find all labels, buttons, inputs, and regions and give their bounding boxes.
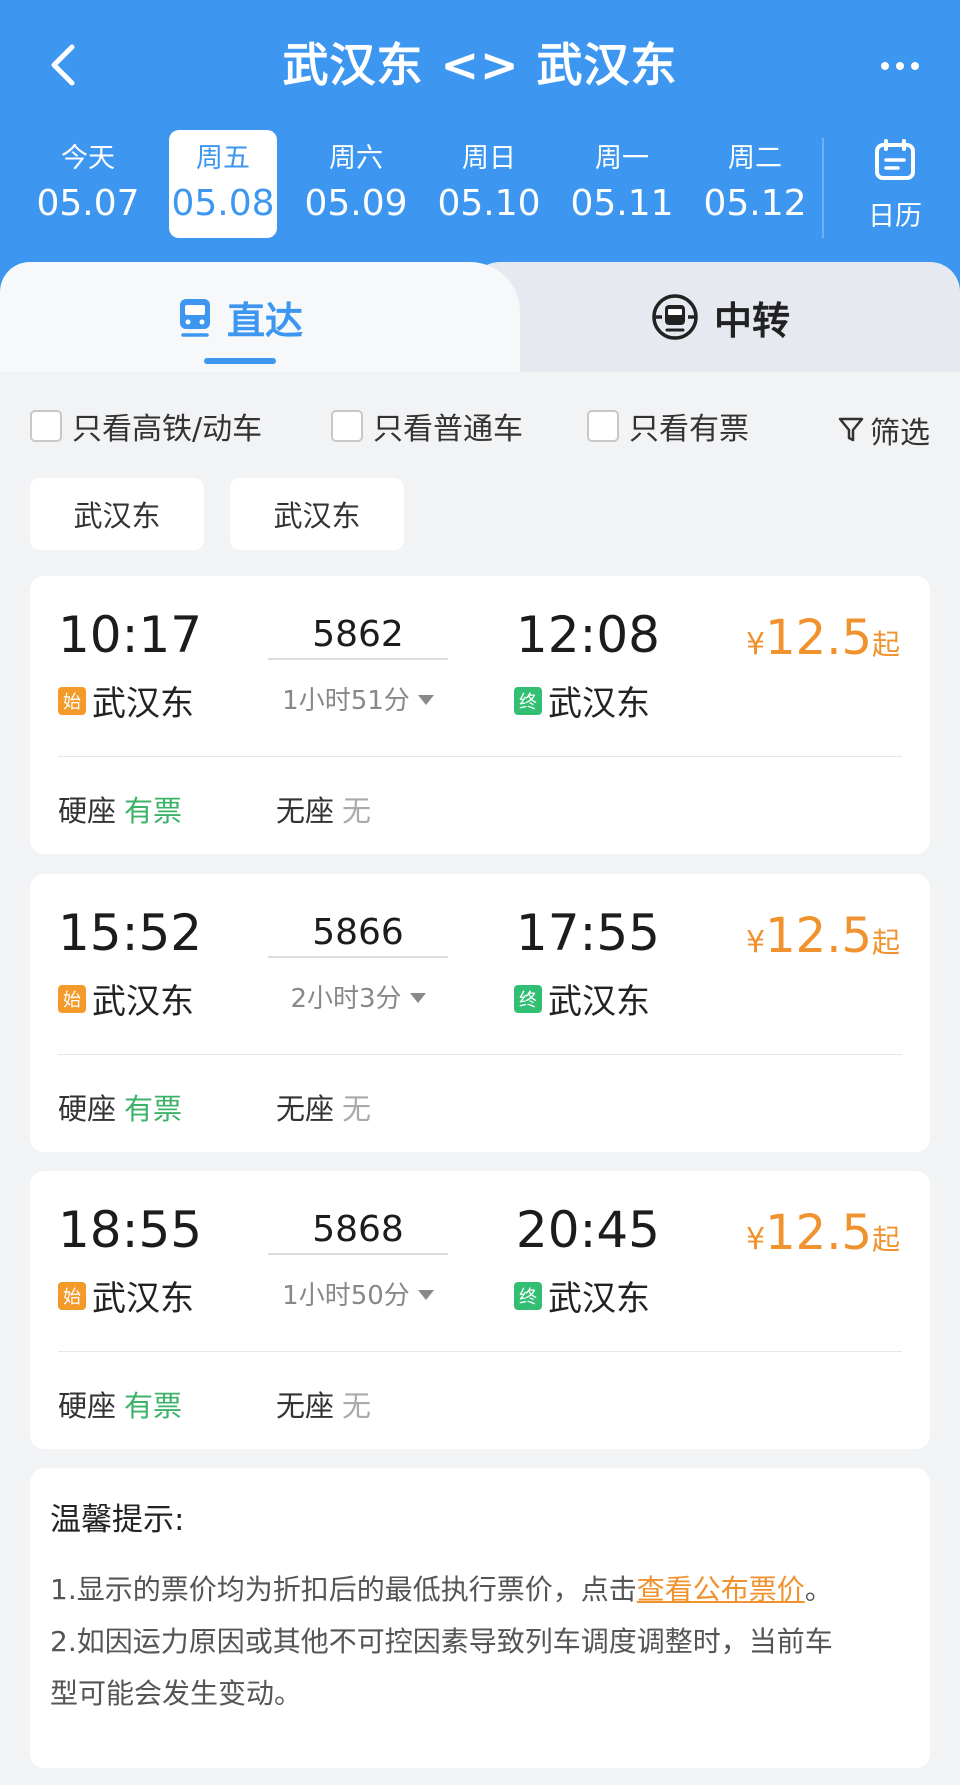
end-badge: 终 [514, 1281, 542, 1310]
duration-toggle[interactable]: 2小时3分 [248, 978, 468, 1015]
start-badge: 始 [58, 984, 86, 1013]
duration-toggle[interactable]: 1小时50分 [248, 1275, 468, 1312]
to-station-chip[interactable]: 武汉东 [230, 478, 404, 550]
departure-station: 始 武汉东 [58, 1271, 194, 1320]
more-button[interactable] [870, 48, 930, 84]
price: ¥ 12.5 起 [746, 610, 900, 666]
notice-line: 型可能会发生变动。 [50, 1677, 303, 1710]
tab-transfer-label: 中转 [713, 298, 790, 343]
train-card[interactable]: 15:52 5866 17:55 ¥ 12.5 起 始 武汉东 2小时3分 终 … [30, 874, 930, 1152]
checkbox-available[interactable]: 只看有票 [587, 408, 749, 447]
date-item-2[interactable]: 周六 05.09 [302, 130, 410, 238]
arrival-time: 17:55 [515, 904, 660, 962]
duration-toggle[interactable]: 1小时51分 [248, 680, 468, 717]
date-item-3[interactable]: 周日 05.10 [435, 130, 543, 238]
notice-panel: 温馨提示: 1.显示的票价均为折扣后的最低执行票价，点击查看公布票价。 2.如因… [30, 1468, 930, 1768]
caret-down-icon [417, 695, 434, 705]
date-item-5[interactable]: 周二 05.12 [701, 130, 809, 238]
notice-line: 2.如因运力原因或其他不可控因素导致列车调度调整时，当前车 [50, 1625, 833, 1658]
tab-direct[interactable]: 直达 [0, 262, 480, 372]
train-card[interactable]: 10:17 5862 12:08 ¥ 12.5 起 始 武汉东 1小时51分 终… [30, 576, 930, 854]
departure-time: 15:52 [58, 904, 203, 962]
divider [58, 1054, 902, 1055]
tab-active-indicator [204, 358, 276, 364]
arrival-time: 12:08 [515, 606, 660, 664]
tab-direct-label: 直达 [226, 298, 303, 343]
arrival-time: 20:45 [515, 1201, 660, 1259]
date-item-0[interactable]: 今天 05.07 [34, 130, 142, 238]
checkbox-box[interactable] [587, 410, 619, 442]
filter-button[interactable]: 筛选 [838, 408, 930, 452]
arrival-station: 终 武汉东 [514, 1271, 650, 1320]
caret-down-icon [409, 993, 426, 1003]
checkbox-normal[interactable]: 只看普通车 [331, 408, 523, 447]
notice-title: 温馨提示: [50, 1502, 185, 1538]
departure-station: 始 武汉东 [58, 676, 194, 725]
departure-time: 18:55 [58, 1201, 203, 1259]
end-badge: 终 [514, 686, 542, 715]
calendar-icon [875, 139, 915, 180]
more-dots-icon [881, 62, 889, 70]
seat-hard: 硬座 有票 [58, 1092, 183, 1126]
checkbox-highspeed[interactable]: 只看高铁/动车 [30, 408, 262, 447]
calendar-button[interactable]: 日历 [850, 138, 940, 238]
train-icon [179, 299, 210, 337]
checkbox-box[interactable] [30, 410, 62, 442]
tab-bar: 直达 中转 [0, 262, 960, 372]
date-selector: 今天 05.07 周五 05.08 周六 05.09 周日 05.10 周一 0… [0, 128, 960, 238]
checkbox-box[interactable] [331, 410, 363, 442]
date-item-4[interactable]: 周一 05.11 [568, 130, 676, 238]
tab-transfer[interactable]: 中转 [480, 262, 960, 372]
departure-time: 10:17 [58, 606, 203, 664]
seat-hard: 硬座 有票 [58, 794, 183, 828]
train-number: 5866 [268, 912, 448, 958]
nav-bar: 武汉东 <> 武汉东 [0, 20, 960, 110]
train-number: 5862 [268, 614, 448, 660]
date-item-1-selected[interactable]: 周五 05.08 [169, 130, 277, 238]
filter-bar: 只看高铁/动车 只看普通车 只看有票 筛选 [30, 402, 930, 452]
seat-standing: 无座无 [276, 1092, 372, 1126]
price: ¥ 12.5 起 [746, 1205, 900, 1261]
seat-hard: 硬座 有票 [58, 1389, 183, 1423]
divider [58, 756, 902, 757]
notice-line: 1.显示的票价均为折扣后的最低执行票价，点击查看公布票价。 [50, 1573, 833, 1606]
end-badge: 终 [514, 984, 542, 1013]
start-badge: 始 [58, 1281, 86, 1310]
funnel-icon [838, 417, 864, 442]
arrival-station: 终 武汉东 [514, 974, 650, 1023]
divider [58, 1351, 902, 1352]
train-number: 5868 [268, 1209, 448, 1255]
header: 武汉东 <> 武汉东 今天 05.07 周五 05.08 周六 05.09 周日… [0, 0, 960, 300]
divider [822, 138, 824, 238]
train-card[interactable]: 18:55 5868 20:45 ¥ 12.5 起 始 武汉东 1小时50分 终… [30, 1171, 930, 1449]
seat-standing: 无座无 [276, 1389, 372, 1423]
transfer-icon [652, 294, 698, 340]
arrival-station: 终 武汉东 [514, 676, 650, 725]
page-title: 武汉东 <> 武汉东 [282, 38, 678, 92]
departure-station: 始 武汉东 [58, 974, 194, 1023]
from-station-chip[interactable]: 武汉东 [30, 478, 204, 550]
seat-standing: 无座无 [276, 794, 372, 828]
view-published-fare-link[interactable]: 查看公布票价 [637, 1573, 805, 1606]
caret-down-icon [417, 1290, 434, 1300]
price: ¥ 12.5 起 [746, 908, 900, 964]
start-badge: 始 [58, 686, 86, 715]
